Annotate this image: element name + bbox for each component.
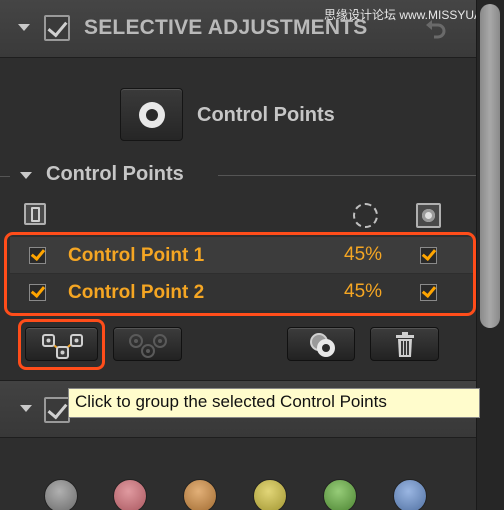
show-hide-icon[interactable]	[24, 203, 46, 225]
duplicate-point-icon	[310, 333, 335, 357]
divider	[0, 176, 10, 177]
collapse-triangle-icon[interactable]	[20, 172, 32, 179]
enable-checkbox[interactable]	[44, 15, 70, 41]
divider	[218, 175, 476, 176]
tooltip: Click to group the selected Control Poin…	[68, 388, 480, 418]
collapse-triangle-icon[interactable]	[20, 405, 32, 412]
enable-checkbox[interactable]	[44, 397, 70, 423]
orange-dot[interactable]	[183, 479, 217, 510]
control-point-tool-button[interactable]	[120, 88, 183, 141]
scrollbar-thumb[interactable]	[480, 4, 500, 328]
blue-dot[interactable]	[393, 479, 427, 510]
reset-arrow-icon[interactable]	[424, 19, 448, 41]
ungroup-points-icon	[129, 334, 167, 358]
gray-dot[interactable]	[44, 479, 78, 510]
control-point-icon	[139, 102, 165, 128]
delete-point-button[interactable]	[370, 327, 439, 361]
ungroup-points-button[interactable]	[113, 327, 182, 361]
selection-highlight-outline	[4, 232, 476, 316]
yellow-dot[interactable]	[253, 479, 287, 510]
duplicate-point-button[interactable]	[287, 327, 355, 361]
mask-icon[interactable]	[416, 203, 441, 228]
group-button-highlight-outline	[18, 319, 105, 370]
collapse-triangle-icon[interactable]	[18, 24, 30, 31]
selective-adjustments-header: SELECTIVE ADJUSTMENTS 思缘设计论坛 www.MISSYUA…	[0, 0, 504, 58]
green-dot[interactable]	[323, 479, 357, 510]
red-dot[interactable]	[113, 479, 147, 510]
trash-icon	[396, 332, 414, 357]
opacity-circle-icon	[353, 203, 378, 228]
section-title: Control Points	[46, 163, 184, 185]
control-point-tool-label: Control Points	[197, 104, 335, 126]
